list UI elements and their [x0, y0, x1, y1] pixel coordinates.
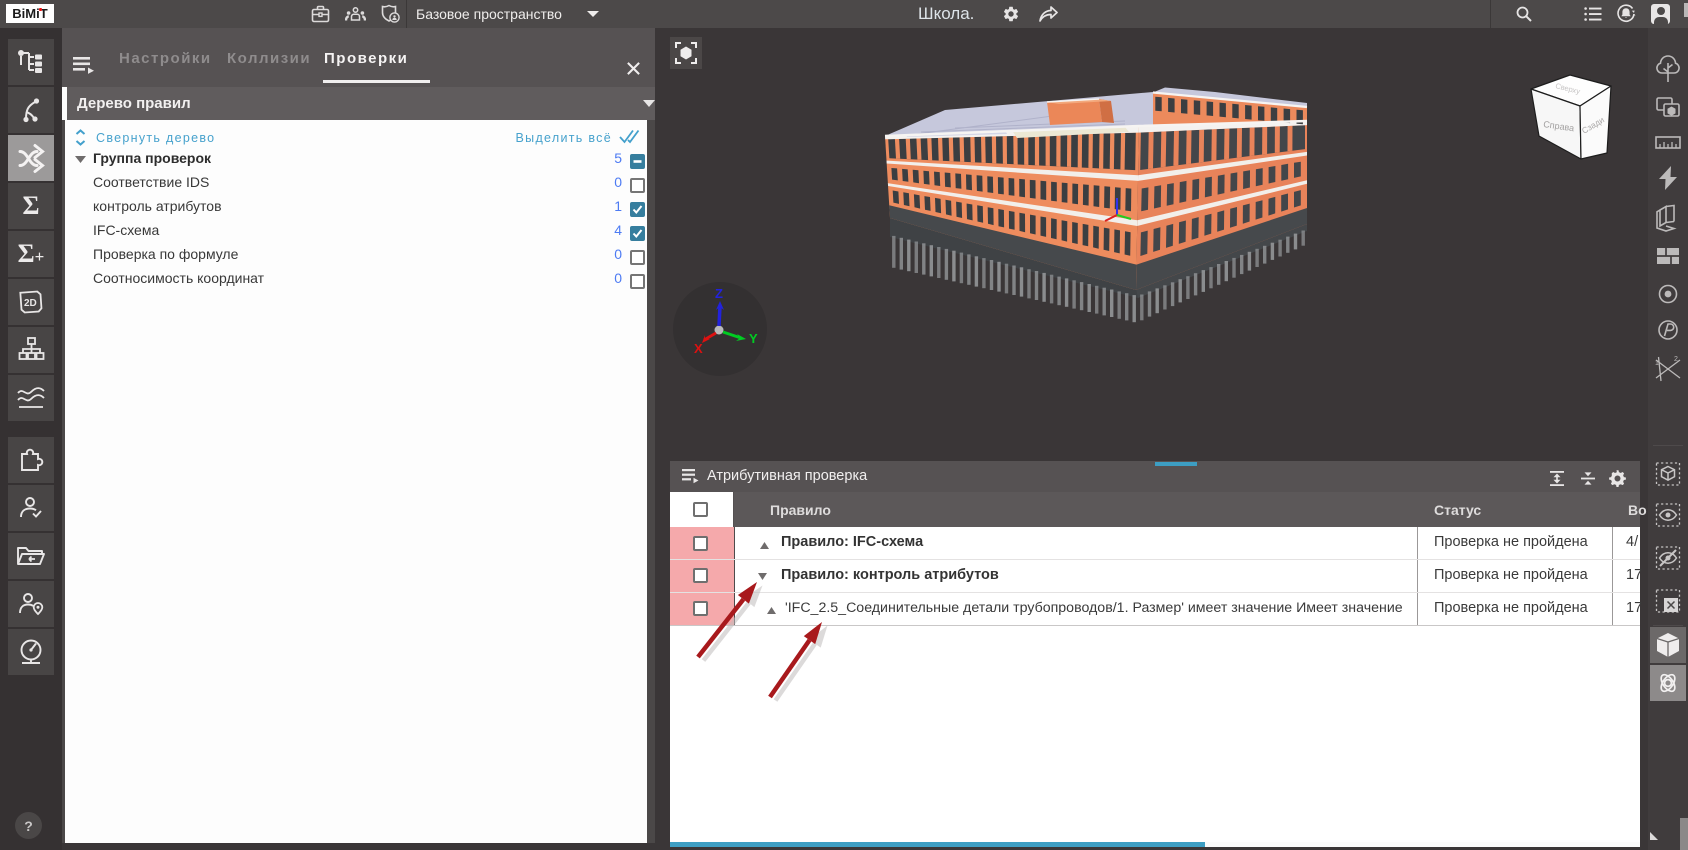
svg-text:2: 2	[1674, 356, 1678, 363]
svg-text:1: 1	[1655, 360, 1659, 367]
svg-text:2D: 2D	[24, 298, 37, 309]
svg-text:X: X	[694, 341, 703, 356]
svg-text:Y: Y	[749, 331, 758, 346]
svg-text:Z: Z	[715, 286, 723, 301]
